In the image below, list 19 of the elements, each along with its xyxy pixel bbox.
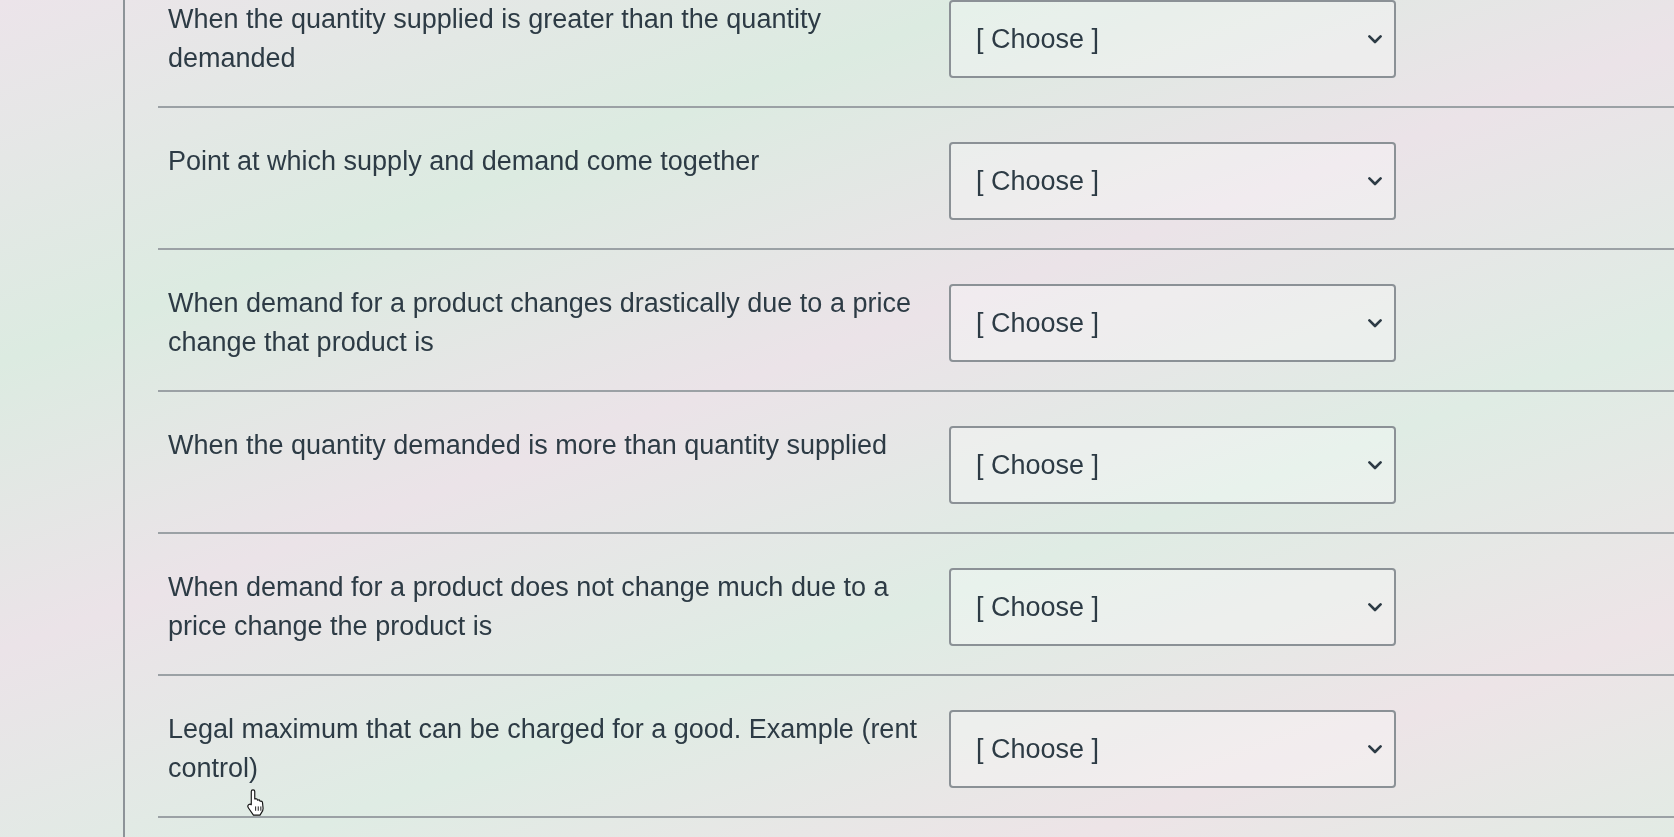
chevron-down-icon [1368, 318, 1382, 328]
question-text: When the quantity supplied is greater than the quantity demanded [168, 3, 822, 75]
question-text: When demand for a product changes drastically due to a price change that product is [168, 287, 912, 359]
answer-dropdown[interactable]: [ Choose ] [949, 710, 1396, 788]
answer-dropdown[interactable]: [ Choose ] [949, 426, 1396, 504]
chevron-down-icon [1368, 176, 1382, 186]
answer-dropdown[interactable]: [ Choose ] [949, 142, 1396, 220]
answer-dropdown[interactable]: [ Choose ] [949, 0, 1396, 78]
chevron-down-icon [1368, 34, 1382, 44]
chevron-down-icon [1368, 460, 1382, 470]
question-text: When the quantity demanded is more than quantity supplied [168, 429, 888, 462]
question-text: Legal maximum that can be charged for a good. Example (rent control) [168, 713, 918, 785]
answer-dropdown[interactable]: [ Choose ] [949, 568, 1396, 646]
hand-cursor-icon [246, 789, 267, 816]
question-text: Point at which supply and demand come together [168, 145, 761, 178]
chevron-down-icon [1368, 744, 1382, 754]
answer-dropdown[interactable]: [ Choose ] [949, 284, 1396, 362]
chevron-down-icon [1368, 602, 1382, 612]
question-text: When demand for a product does not change much due to a price change the product is [168, 571, 890, 643]
